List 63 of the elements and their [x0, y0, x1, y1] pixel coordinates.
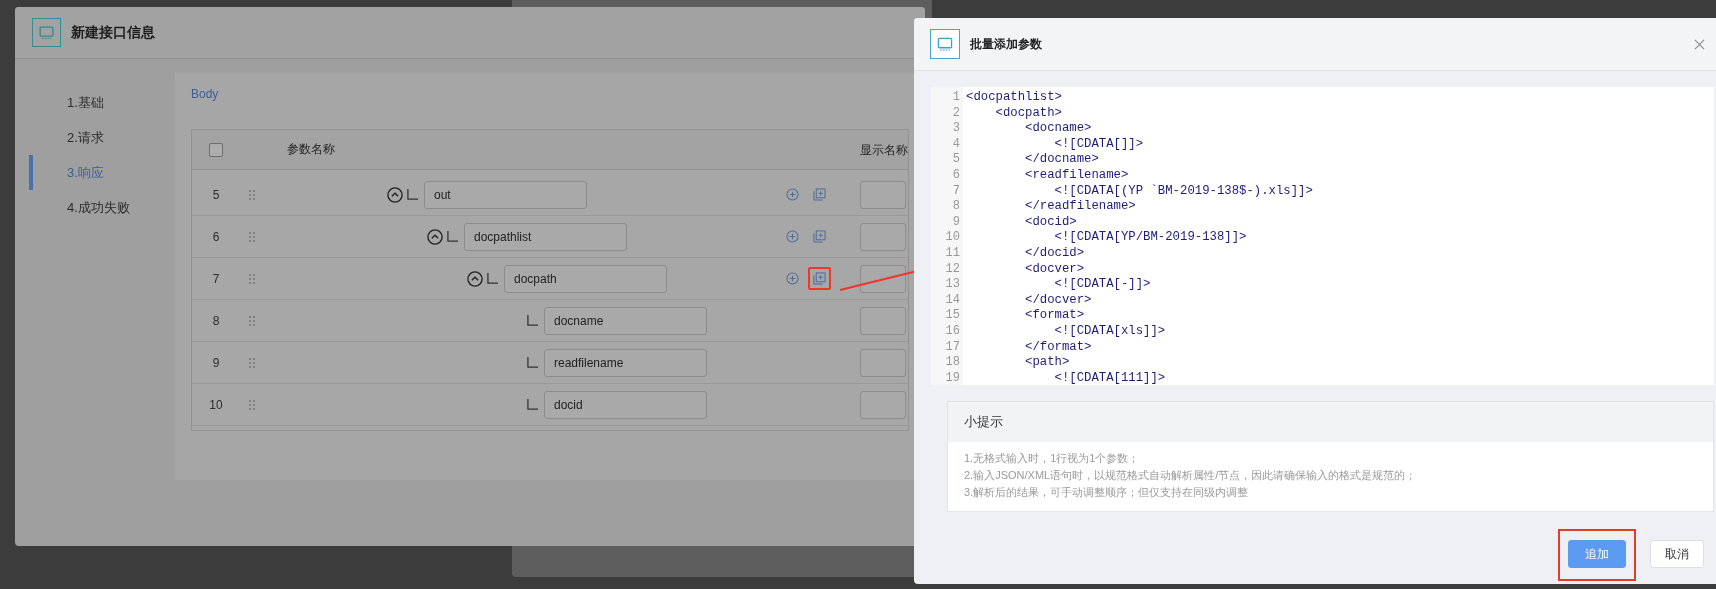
line-number: 18 — [945, 355, 960, 370]
param-name-field[interactable]: readfilename — [544, 348, 707, 377]
line-number: 17 — [945, 339, 960, 354]
line-number: 6 — [952, 167, 960, 182]
code-line: <![CDATA[]]> — [1053, 136, 1144, 151]
line-number: 13 — [945, 277, 960, 292]
row-number: 7 — [212, 271, 220, 286]
line-number: 12 — [945, 261, 960, 276]
code-line: <![CDATA[-]]> — [1053, 277, 1151, 292]
line-number: 19 — [945, 370, 960, 385]
code-line: <![CDATA[111]]> — [1053, 370, 1166, 385]
code-line: <docid> — [1024, 214, 1077, 229]
line-number: 5 — [952, 152, 960, 167]
row-number: 5 — [212, 187, 220, 202]
line-number: 15 — [945, 308, 960, 323]
line-number: 2 — [952, 105, 960, 120]
section-title: Body — [191, 87, 219, 101]
tip-text: 1.无格式输入时，1行视为1个参数； — [964, 451, 1141, 466]
code-line: <![CDATA[(YP `BM-2019-138$-).xls]]> — [1053, 183, 1313, 198]
step-tab[interactable]: 1.基础 — [29, 85, 175, 120]
tips-title: 小提示 — [964, 413, 1003, 431]
code-line: <docname> — [1024, 121, 1092, 136]
code-line: <format> — [1024, 308, 1085, 323]
param-name-field[interactable]: docid — [544, 390, 707, 419]
row-number: 9 — [212, 355, 220, 370]
line-number: 8 — [952, 199, 960, 214]
code-line: <docpathlist> — [966, 90, 1062, 104]
code-line: <docver> — [1024, 261, 1085, 276]
line-number: 7 — [952, 183, 960, 198]
step-tab[interactable]: 2.请求 — [29, 120, 175, 155]
code-line: </docname> — [1024, 152, 1099, 167]
column-header: 参数名称 — [287, 141, 335, 158]
tip-text: 3.解析后的结果，可手动调整顺序；但仅支持在同级内调整 — [964, 485, 1250, 500]
param-name-field[interactable]: docpath — [504, 264, 667, 293]
dialog-title: 新建接口信息 — [71, 23, 155, 42]
code-line: <path> — [1024, 355, 1070, 370]
line-number: 3 — [952, 121, 960, 136]
code-line: <docpath> — [994, 105, 1062, 120]
line-number: 9 — [952, 214, 960, 229]
column-header: 显示名称 — [860, 143, 908, 157]
line-number: 1 — [952, 90, 960, 104]
panel-title: 批量添加参数 — [970, 35, 1042, 53]
step-tab[interactable]: 4.成功失败 — [29, 190, 175, 225]
line-number: 16 — [945, 323, 960, 338]
row-number: 8 — [212, 313, 220, 328]
code-line: <![CDATA[YP/BM-2019-138]]> — [1053, 230, 1247, 245]
cancel-button[interactable]: 取消 — [1650, 540, 1704, 568]
tip-text: 2.输入JSON/XML语句时，以规范格式自动解析属性/节点，因此请确保输入的格式是规范的； — [964, 468, 1418, 483]
code-line: </readfilename> — [1024, 199, 1136, 214]
code-line: </format> — [1024, 339, 1092, 354]
param-name-field[interactable]: docpathlist — [464, 222, 627, 251]
code-line: </docver> — [1024, 292, 1092, 307]
code-line: <readfilename> — [1024, 167, 1129, 182]
line-number: 4 — [952, 136, 960, 151]
param-name-field[interactable]: out — [424, 180, 587, 209]
line-number: 11 — [945, 245, 960, 260]
line-number: 14 — [945, 292, 960, 307]
code-line: <![CDATA[xls]]> — [1053, 323, 1166, 338]
line-number: 10 — [945, 230, 960, 245]
code-line: </docid> — [1024, 245, 1085, 260]
row-number: 6 — [212, 229, 220, 244]
row-number: 10 — [209, 397, 223, 412]
param-name-field[interactable]: docname — [544, 306, 707, 335]
